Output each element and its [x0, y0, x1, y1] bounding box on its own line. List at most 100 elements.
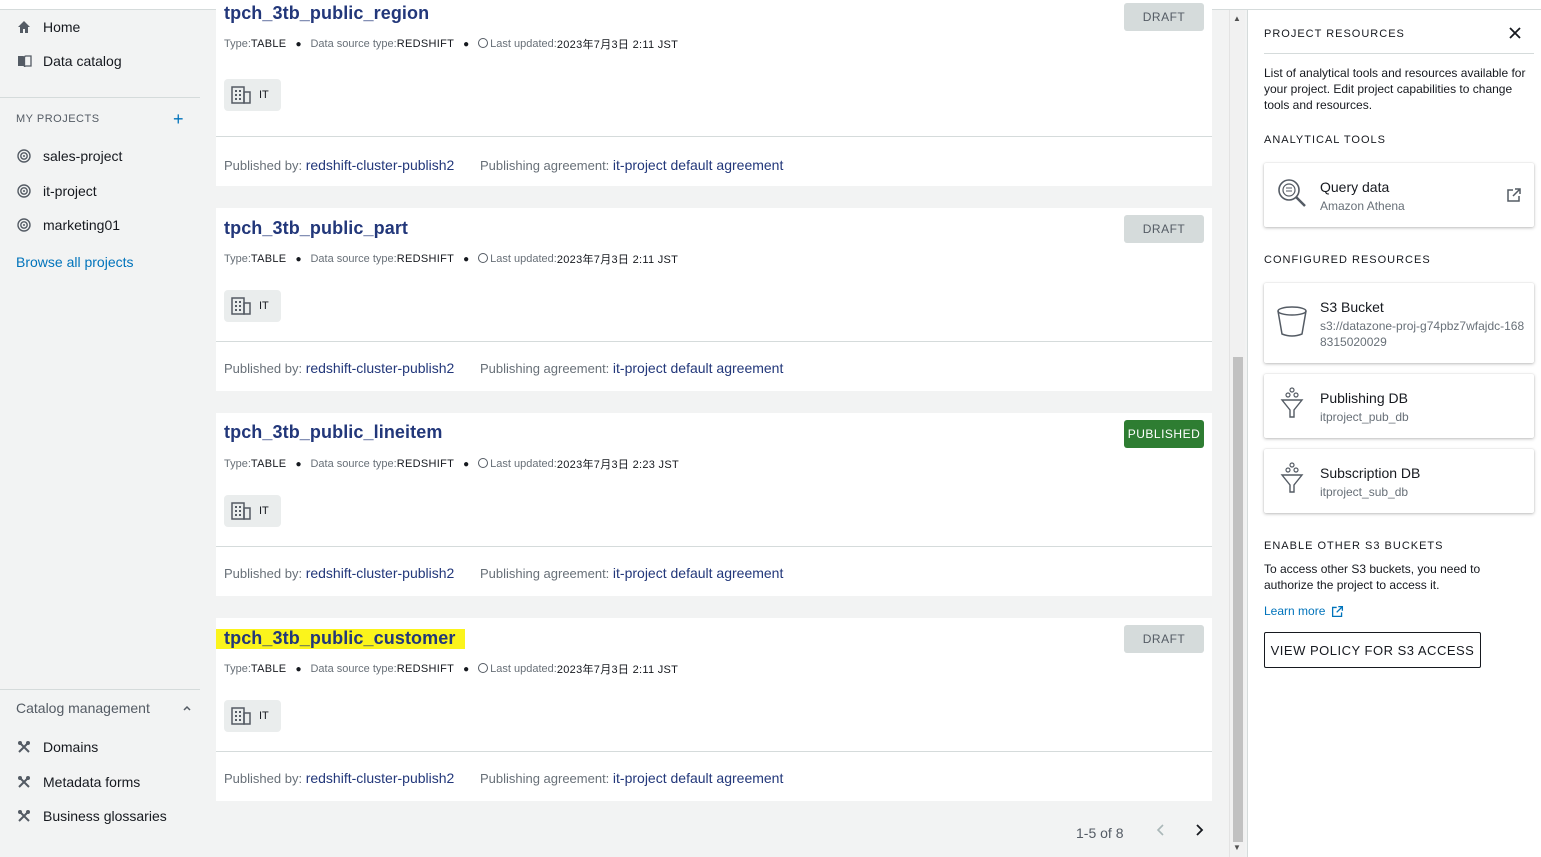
panel-divider [1264, 53, 1534, 54]
asset-card: tpch_3tb_public_customer DRAFT Type: TABL… [216, 618, 1212, 801]
separator-dot: ● [295, 663, 302, 675]
publishing-db-card[interactable]: Publishing DB itproject_pub_db [1264, 374, 1534, 438]
chevron-left-icon[interactable] [1156, 823, 1166, 842]
analytical-tools-heading: ANALYTICAL TOOLS [1264, 134, 1386, 146]
asset-title-link[interactable]: tpch_3tb_public_region [224, 3, 429, 24]
agreement-link[interactable]: it-project default agreement [613, 770, 783, 786]
updated-value: 2023年7月3日 2:11 JST [556, 664, 679, 676]
asset-card: tpch_3tb_public_part DRAFT Type: TABLE ● … [216, 208, 1212, 391]
enable-s3-text: To access other S3 buckets, you need to … [1264, 562, 1481, 592]
publishing-db-name: itproject_pub_db [1320, 410, 1409, 424]
project-resources-panel: PROJECT RESOURCES List of analytical too… [1247, 10, 1541, 857]
tools-icon [16, 808, 32, 824]
card-divider [216, 751, 1212, 752]
external-link-icon[interactable] [1506, 187, 1522, 203]
nav-project-it[interactable]: it-project [16, 180, 97, 202]
home-icon [16, 19, 32, 35]
asset-card: tpch_3tb_public_region DRAFT Type: TABLE … [216, 3, 1212, 186]
nav-data-catalog[interactable]: Data catalog [16, 50, 122, 72]
close-icon[interactable] [1508, 24, 1522, 45]
tools-icon [16, 739, 32, 755]
nav-project-marketing[interactable]: marketing01 [16, 214, 120, 236]
browse-all-projects-link[interactable]: Browse all projects [16, 254, 134, 270]
nav-domains-label: Domains [43, 739, 99, 755]
published-by-link[interactable]: redshift-cluster-publish2 [306, 360, 455, 376]
separator-dot: ● [463, 663, 470, 675]
chevron-right-icon[interactable] [1194, 823, 1204, 842]
status-badge: DRAFT [1124, 625, 1204, 653]
owner-tag: IT [224, 79, 281, 111]
agreement-label: Publishing agreement: [479, 771, 610, 786]
query-data-card[interactable]: Query data Amazon Athena [1264, 163, 1534, 227]
scroll-up-arrow-icon[interactable]: ▲ [1233, 14, 1241, 23]
asset-title-link[interactable]: tpch_3tb_public_customer [216, 629, 466, 649]
agreement-label: Publishing agreement: [479, 566, 610, 581]
building-icon [231, 707, 251, 725]
updated-label: Last updated: [490, 38, 557, 50]
publish-info: Published by: redshift-cluster-publish2 … [224, 770, 783, 786]
agreement-link[interactable]: it-project default agreement [613, 157, 783, 173]
nav-business-glossaries[interactable]: Business glossaries [16, 805, 167, 827]
owner-tag-label: IT [259, 505, 269, 517]
published-by-link[interactable]: redshift-cluster-publish2 [306, 157, 455, 173]
asset-meta: Type: TABLE ● Data source type: REDSHIFT ●… [224, 661, 678, 677]
agreement-link[interactable]: it-project default agreement [613, 360, 783, 376]
asset-title-link[interactable]: tpch_3tb_public_part [224, 218, 408, 239]
type-value: TABLE [250, 38, 287, 50]
building-icon [231, 86, 251, 104]
owner-tag-label: IT [259, 710, 269, 722]
source-label: Data source type: [310, 663, 397, 675]
asset-title-link[interactable]: tpch_3tb_public_lineitem [224, 422, 442, 443]
nav-domains[interactable]: Domains [16, 736, 98, 758]
scroll-thumb[interactable] [1233, 357, 1243, 842]
owner-tag: IT [224, 290, 281, 322]
published-by-link[interactable]: redshift-cluster-publish2 [306, 565, 455, 581]
subscription-db-title: Subscription DB [1320, 465, 1421, 481]
card-divider [216, 546, 1212, 547]
nav-home[interactable]: Home [16, 16, 80, 38]
source-label: Data source type: [310, 458, 397, 470]
nav-project-sales[interactable]: sales-project [16, 145, 122, 167]
agreement-link[interactable]: it-project default agreement [613, 565, 783, 581]
s3-bucket-card[interactable]: S3 Bucket s3://datazone-proj-g74pbz7wfaj… [1264, 283, 1534, 363]
nav-divider [0, 97, 200, 98]
project-icon [16, 217, 32, 233]
s3-bucket-path: s3://datazone-proj-g74pbz7wfajdc-1688315… [1320, 319, 1525, 349]
asset-meta: Type: TABLE ● Data source type: REDSHIFT ●… [224, 456, 679, 472]
subscription-db-card[interactable]: Subscription DB itproject_sub_db [1264, 449, 1534, 513]
asset-meta: Type: TABLE ● Data source type: REDSHIFT ●… [224, 36, 678, 52]
add-project-button[interactable]: + [173, 110, 184, 128]
owner-tag-label: IT [259, 300, 269, 312]
query-data-title: Query data [1320, 179, 1390, 195]
updated-value: 2023年7月3日 2:11 JST [556, 39, 679, 51]
query-data-subtitle: Amazon Athena [1320, 199, 1405, 213]
source-label: Data source type: [310, 38, 397, 50]
separator-dot: ● [463, 38, 470, 50]
source-value: REDSHIFT [396, 253, 455, 265]
main-scrollbar[interactable]: ▲ ▼ [1229, 10, 1245, 857]
type-value: TABLE [250, 253, 287, 265]
chevron-up-icon [182, 700, 192, 716]
published-by-link[interactable]: redshift-cluster-publish2 [306, 770, 455, 786]
project-icon [16, 148, 32, 164]
catalog-management-toggle[interactable]: Catalog management [16, 700, 192, 716]
view-policy-button[interactable]: VIEW POLICY FOR S3 ACCESS [1264, 632, 1481, 668]
learn-more-link[interactable]: Learn more [1264, 604, 1344, 618]
configured-resources-heading: CONFIGURED RESOURCES [1264, 254, 1431, 266]
type-label: Type: [224, 458, 251, 470]
panel-description: List of analytical tools and resources a… [1264, 66, 1526, 112]
agreement-label: Publishing agreement: [479, 361, 610, 376]
nav-metadata-forms[interactable]: Metadata forms [16, 771, 140, 793]
scroll-down-arrow-icon[interactable]: ▼ [1233, 843, 1241, 852]
updated-label: Last updated: [490, 253, 557, 265]
source-label: Data source type: [310, 253, 397, 265]
project-label: marketing01 [43, 217, 121, 233]
status-badge: DRAFT [1124, 3, 1204, 31]
published-by-label: Published by: [224, 361, 303, 376]
owner-tag: IT [224, 700, 281, 732]
database-funnel-icon [1280, 387, 1304, 418]
card-divider [216, 341, 1212, 342]
pagination-range: 1-5 of 8 [1076, 824, 1124, 841]
nav-divider [0, 689, 200, 690]
project-label: sales-project [43, 148, 123, 164]
